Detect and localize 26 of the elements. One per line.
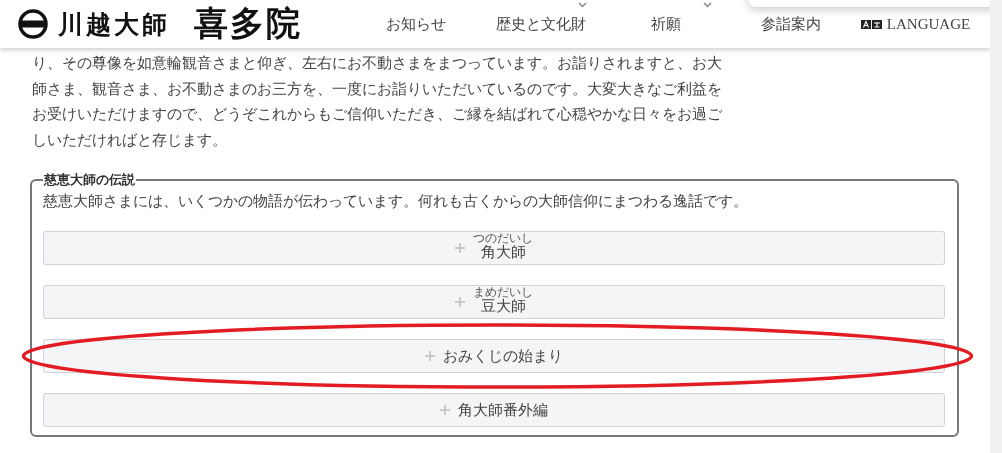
- accordion-button[interactable]: つのだいし 角大師: [43, 231, 945, 265]
- panel-title: 慈恵大師の伝説: [43, 171, 136, 189]
- accordion-label: 豆大師: [480, 299, 526, 314]
- nav-link[interactable]: お知らせ: [353, 0, 478, 48]
- plus-icon: [440, 405, 450, 415]
- chevron-icon: [578, 2, 587, 8]
- accordion-label: 角大師: [480, 245, 526, 260]
- ruby-reading: つのだいし: [473, 232, 533, 246]
- plus-icon: [425, 351, 435, 361]
- accordion-button[interactable]: おみくじの始まり: [43, 339, 945, 373]
- ruby-reading: まめだいし: [473, 286, 533, 300]
- chevron-icon: [703, 2, 712, 8]
- nav-link[interactable]: LANGUAGE: [853, 0, 978, 48]
- plus-icon: [455, 243, 465, 253]
- nav-link[interactable]: 参詣案内: [728, 0, 853, 48]
- logo-text: 川越大師: [58, 11, 170, 37]
- logo-icon: [18, 9, 48, 39]
- translate-icon: [860, 19, 882, 29]
- accordion-button[interactable]: 角大師番外編: [43, 393, 945, 427]
- logo-name: 喜多院: [194, 7, 302, 41]
- nav-link[interactable]: 歴史と文化財: [478, 0, 603, 48]
- accordion-button[interactable]: まめだいし 豆大師: [43, 285, 945, 319]
- nav-link[interactable]: 祈願: [603, 0, 728, 48]
- intro-paragraph: り、その尊像を如意輪観音さまと仰ぎ、左右にお不動さまをまつっています。お詣りされますと、お大師さま、観音さま、お不動さまのお三方を、一度にお詣りいただいているのです。大変大きなご利益をお受けいただけますので、どうぞこれからもご信仰いただき、ご縁を結ばれて心穏やかな日々をお過ごしいただければと存じます。: [32, 54, 722, 150]
- panel-description: 慈恵大師さまには、いくつかの物語が伝わっています。何れも古くからの大師信仰にまつわる逸話です。: [43, 192, 749, 211]
- plus-icon: [455, 297, 465, 307]
